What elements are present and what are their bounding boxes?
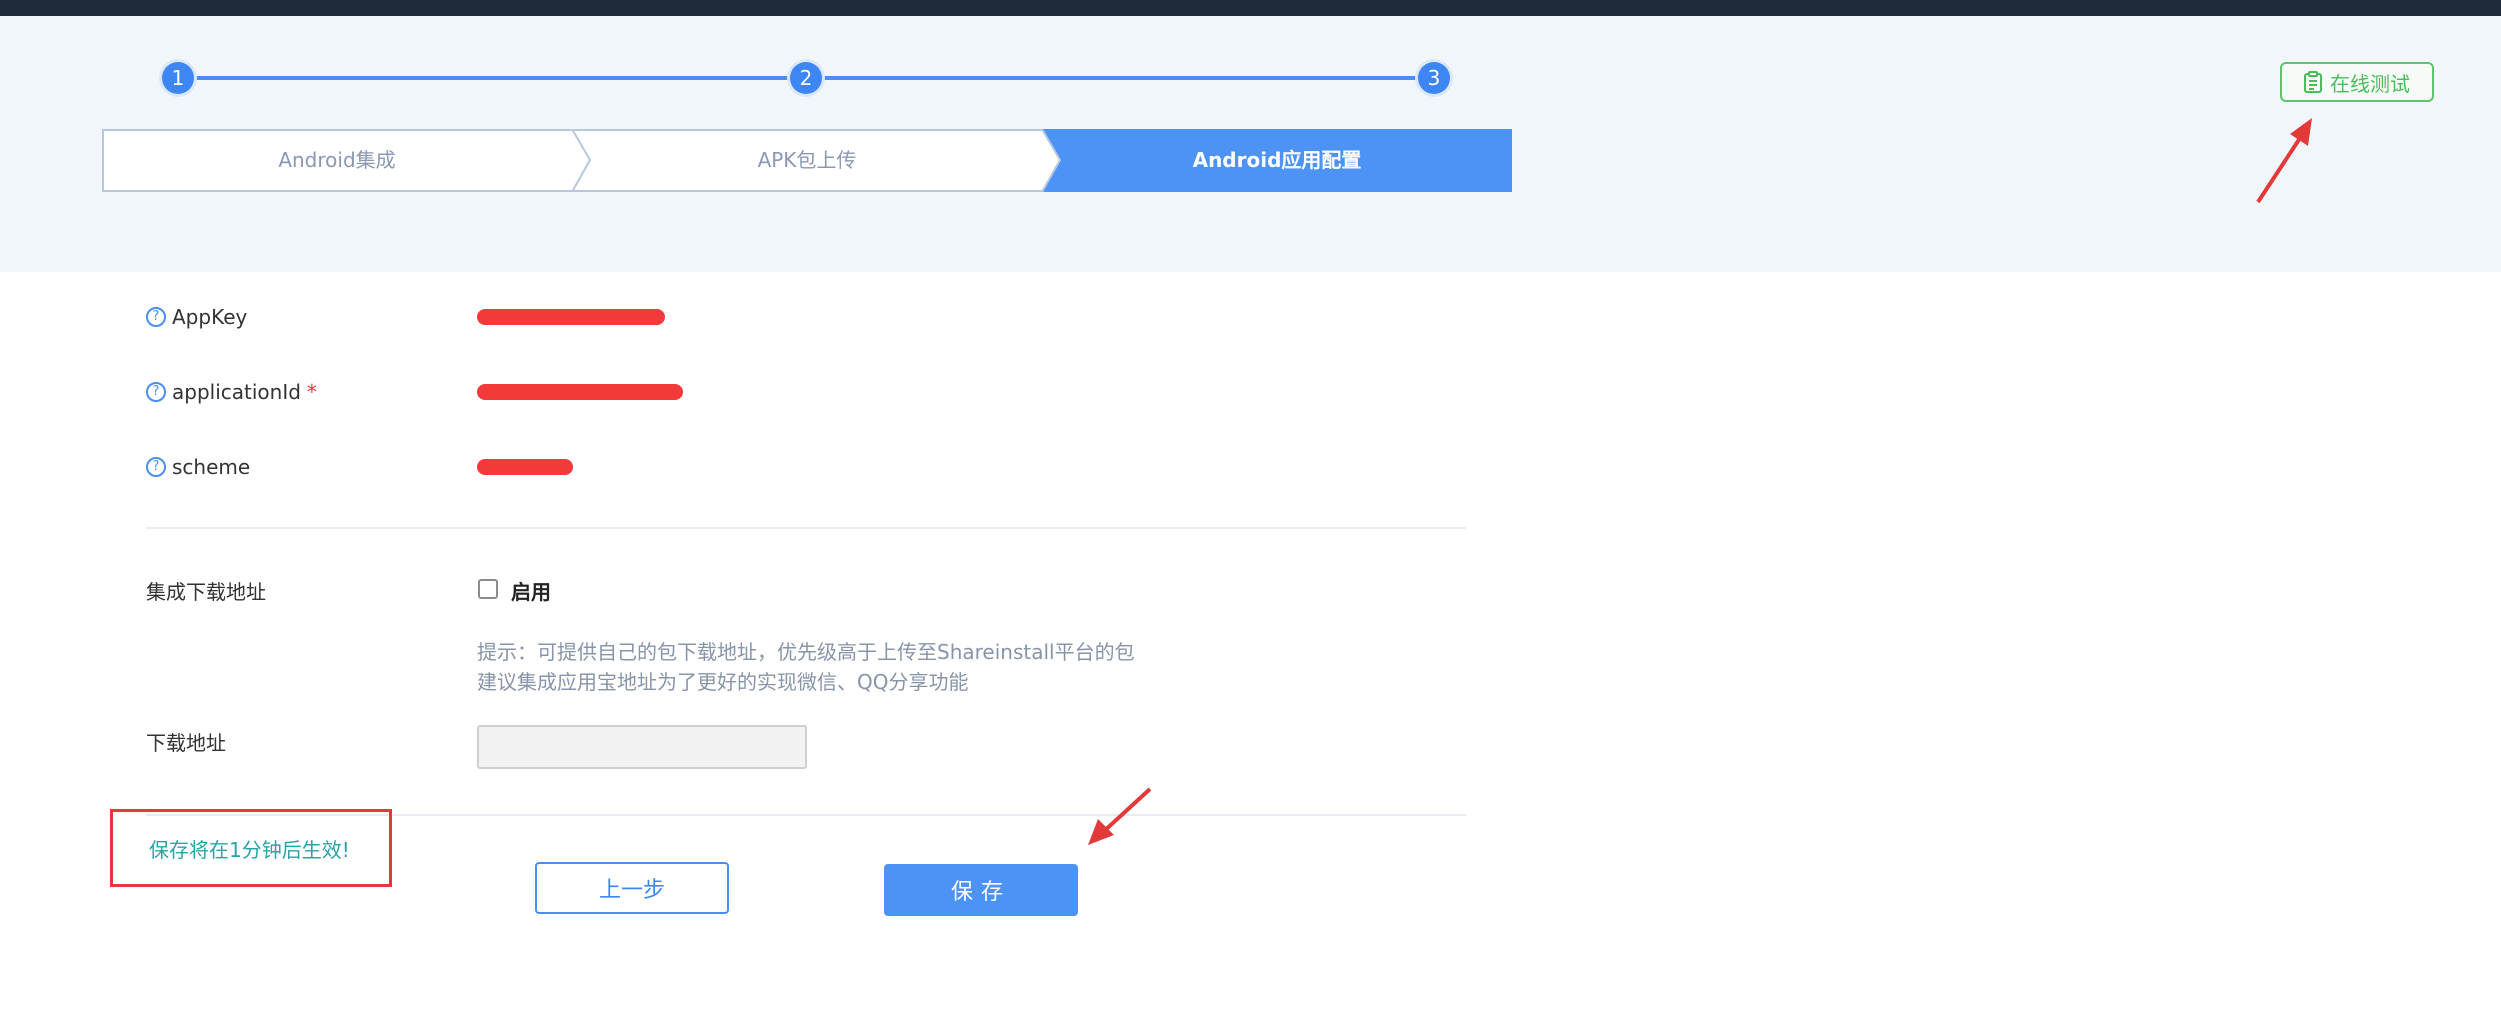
download-url-input[interactable] (477, 725, 807, 769)
tab-android-app-config[interactable]: Android应用配置 (1042, 129, 1512, 192)
step-tabs: Android集成 APK包上传 Android应用配置 (102, 129, 1512, 192)
download-integration-label: 集成下载地址 (146, 580, 266, 604)
step-connector-1-2 (178, 76, 808, 80)
save-button[interactable]: 保存 (884, 864, 1078, 916)
online-test-button[interactable]: 在线测试 (2280, 62, 2434, 102)
section-divider (146, 527, 1466, 529)
download-url-label: 下载地址 (146, 731, 226, 755)
help-icon[interactable]: ? (146, 307, 166, 327)
enable-checkbox-label[interactable]: 启用 (511, 576, 551, 605)
application-id-label-row: ? applicationId * (146, 380, 317, 404)
tab-android-integration[interactable]: Android集成 (102, 129, 572, 192)
top-bar (0, 0, 2501, 16)
scheme-label-row: ? scheme (146, 455, 250, 479)
enable-checkbox[interactable] (478, 579, 498, 599)
online-test-label: 在线测试 (2330, 71, 2410, 96)
appkey-label: AppKey (172, 305, 248, 329)
tab-apk-upload[interactable]: APK包上传 (572, 129, 1042, 192)
redaction-mark (477, 309, 665, 325)
hint-line-2: 建议集成应用宝地址为了更好的实现微信、QQ分享功能 (477, 670, 969, 694)
step-3-dot: 3 (1418, 62, 1450, 94)
required-mark: * (306, 380, 317, 404)
hint-line-1: 提示：可提供自己的包下载地址，优先级高于上传至Shareinstall平台的包 (477, 640, 1135, 664)
scheme-label: scheme (172, 455, 251, 479)
save-notice: 保存将在1分钟后生效! (110, 809, 392, 887)
annotation-arrow-save (1088, 787, 1152, 845)
previous-step-button[interactable]: 上一步 (535, 862, 729, 914)
step-1-dot: 1 (162, 62, 194, 94)
redaction-mark (477, 459, 573, 475)
annotation-arrow-online-test (2256, 118, 2312, 204)
appkey-label-row: ? AppKey (146, 305, 247, 329)
step-2-dot: 2 (790, 62, 822, 94)
redaction-mark (477, 384, 683, 400)
clipboard-check-icon (2304, 71, 2322, 93)
step-connector-2-3 (806, 76, 1434, 80)
application-id-label: applicationId (172, 380, 301, 404)
help-icon[interactable]: ? (146, 457, 166, 477)
help-icon[interactable]: ? (146, 382, 166, 402)
